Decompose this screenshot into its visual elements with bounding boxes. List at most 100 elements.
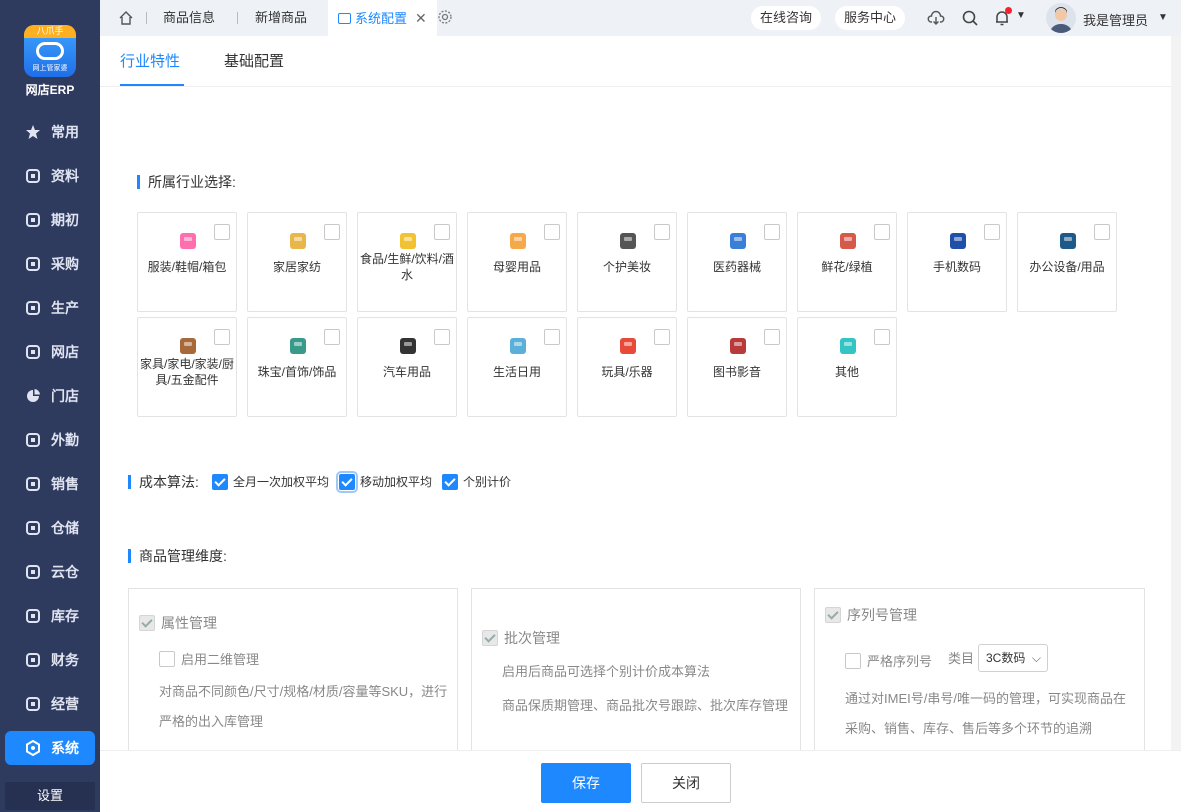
industry-card[interactable]: 其他 [797, 317, 897, 417]
sidebar-item[interactable]: 销售 [5, 467, 95, 501]
serial-desc-line1: 通过对IMEI号/串号/唯一码的管理，可实现商品在 [845, 691, 1126, 706]
online-consult-button[interactable]: 在线咨询 [751, 6, 822, 30]
industry-checkbox[interactable] [764, 329, 780, 345]
cost-option-individual[interactable]: 个别计价 [442, 473, 511, 490]
sidebar-item[interactable]: 生产 [5, 291, 95, 325]
industry-card[interactable]: 汽车用品 [357, 317, 457, 417]
industry-card[interactable]: 家居家纺 [247, 212, 347, 312]
sidebar-item[interactable]: 门店 [5, 379, 95, 413]
industry-icon [506, 334, 530, 358]
industry-card[interactable]: 食品/生鲜/饮料/酒水 [357, 212, 457, 312]
industry-checkbox[interactable] [764, 224, 780, 240]
industry-checkbox[interactable] [214, 329, 230, 345]
industry-label: 汽车用品 [382, 365, 431, 379]
settings-button[interactable]: 设置 [5, 782, 95, 810]
close-icon[interactable]: ✕ [415, 10, 427, 26]
industry-card[interactable]: 个护美妆 [577, 212, 677, 312]
industry-card[interactable]: 医药器械 [687, 212, 787, 312]
tab-new-product[interactable]: 新增商品 [255, 0, 307, 36]
industry-icon [1056, 229, 1080, 253]
checkbox[interactable] [159, 650, 175, 667]
sidebar-item[interactable]: 系统 [5, 731, 95, 765]
industry-checkbox[interactable] [654, 329, 670, 345]
industry-checkbox[interactable] [874, 329, 890, 345]
industry-checkbox[interactable] [434, 224, 450, 240]
category-select[interactable]: 3C数码 ⌵ [978, 644, 1048, 672]
industry-checkbox[interactable] [1094, 224, 1110, 240]
username[interactable]: 我是管理员 [1083, 10, 1148, 29]
sidebar-item[interactable]: 网店 [5, 335, 95, 369]
industry-checkbox[interactable] [544, 224, 560, 240]
two-dimension-option[interactable]: 启用二维管理 [159, 649, 259, 668]
industry-card[interactable]: 办公设备/用品 [1017, 212, 1117, 312]
industry-checkbox[interactable] [544, 329, 560, 345]
industry-card[interactable]: 珠宝/首饰/饰品 [247, 317, 347, 417]
industry-checkbox[interactable] [874, 224, 890, 240]
industry-card[interactable]: 服装/鞋帽/箱包 [137, 212, 237, 312]
industry-checkbox[interactable] [214, 224, 230, 240]
cost-section-title: 成本算法: [128, 475, 199, 489]
industry-card[interactable]: 生活日用 [467, 317, 567, 417]
industry-card[interactable]: 图书影音 [687, 317, 787, 417]
sidebar-item[interactable]: 外勤 [5, 423, 95, 457]
avatar[interactable] [1046, 3, 1076, 33]
service-center-button[interactable]: 服务中心 [835, 6, 906, 30]
strict-serial-option[interactable]: 严格序列号 [845, 651, 932, 670]
sidebar-item[interactable]: 财务 [5, 643, 95, 677]
checkbox[interactable] [825, 607, 841, 623]
industry-card[interactable]: 母婴用品 [467, 212, 567, 312]
industry-checkbox[interactable] [984, 224, 1000, 240]
sidebar-item-label: 网店 [51, 344, 79, 360]
tab-system-config[interactable]: 系统配置 ✕ [328, 0, 437, 36]
subtab-industry[interactable]: 行业特性 [120, 50, 180, 71]
user-menu-chevron-icon[interactable]: ▼ [1158, 12, 1168, 23]
field-icon [24, 432, 41, 449]
chevron-down-icon[interactable]: ▼ [1016, 10, 1034, 28]
sidebar-item[interactable]: 仓储 [5, 511, 95, 545]
batch-management-title[interactable]: 批次管理 [482, 628, 560, 648]
checkbox[interactable] [482, 630, 498, 646]
industry-checkbox[interactable] [324, 224, 340, 240]
industry-icon [396, 229, 420, 253]
cost-option-monthly[interactable]: 全月一次加权平均 [212, 473, 329, 490]
cost-options: 全月一次加权平均 移动加权平均 个别计价 [212, 470, 511, 493]
sidebar-item[interactable]: 常用 [5, 115, 95, 149]
industry-icon [616, 334, 640, 358]
search-icon[interactable] [961, 9, 979, 27]
checkbox[interactable] [845, 652, 861, 669]
industry-card[interactable]: 玩具/乐器 [577, 317, 677, 417]
cost-option-moving[interactable]: 移动加权平均 [336, 470, 432, 493]
subtab-basic-config[interactable]: 基础配置 [224, 50, 284, 71]
industry-card[interactable]: 鲜花/绿植 [797, 212, 897, 312]
sidebar-item[interactable]: 云仓 [5, 555, 95, 589]
bell-icon[interactable] [993, 7, 1012, 27]
checkbox[interactable] [336, 470, 359, 493]
industry-icon [286, 229, 310, 253]
close-button[interactable]: 关闭 [641, 763, 731, 803]
serial-management-title[interactable]: 序列号管理 [825, 605, 917, 625]
checkbox[interactable] [442, 473, 459, 490]
sidebar-item[interactable]: 库存 [5, 599, 95, 633]
attribute-management-title[interactable]: 属性管理 [139, 613, 217, 633]
app-logo[interactable]: 八爪手 网上管家婆 [24, 25, 76, 77]
industry-label: 服装/鞋帽/箱包 [147, 260, 227, 274]
industry-checkbox[interactable] [434, 329, 450, 345]
gear-icon[interactable] [437, 9, 455, 27]
save-button[interactable]: 保存 [541, 763, 631, 803]
checkbox[interactable] [139, 615, 155, 631]
scrollbar[interactable] [1171, 36, 1181, 750]
industry-checkbox[interactable] [324, 329, 340, 345]
tab-product-info[interactable]: 商品信息 [163, 0, 215, 36]
logo-badge: 八爪手 [24, 25, 76, 38]
sidebar-item[interactable]: 期初 [5, 203, 95, 237]
checkbox[interactable] [212, 473, 228, 490]
industry-card[interactable]: 家具/家电/家装/厨具/五金配件 [137, 317, 237, 417]
industry-checkbox[interactable] [654, 224, 670, 240]
home-icon[interactable] [118, 10, 134, 29]
industry-card[interactable]: 手机数码 [907, 212, 1007, 312]
sidebar-item[interactable]: 采购 [5, 247, 95, 281]
cloud-download-icon[interactable] [927, 9, 945, 27]
sidebar-item[interactable]: 经营 [5, 687, 95, 721]
industry-label: 生活日用 [492, 365, 541, 379]
sidebar-item[interactable]: 资料 [5, 159, 95, 193]
